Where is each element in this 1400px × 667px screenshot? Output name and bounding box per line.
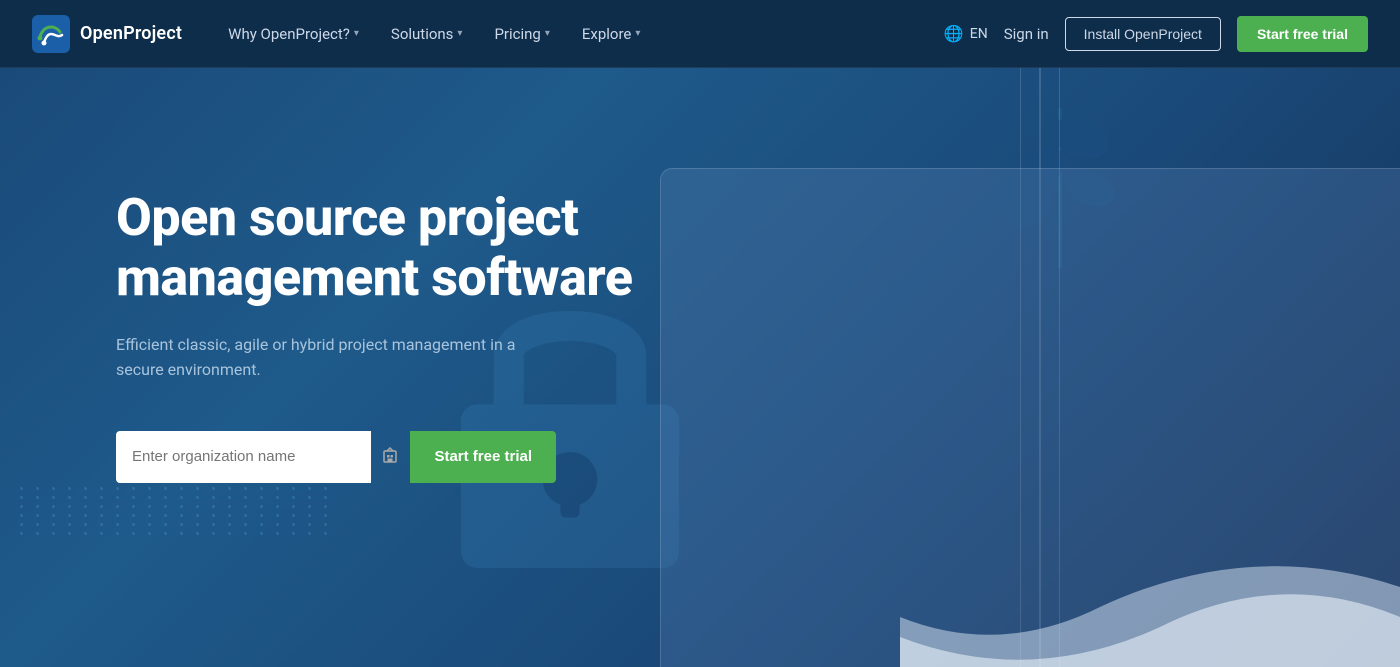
language-selector[interactable]: 🌐 EN bbox=[944, 24, 988, 43]
hero-content: Open source project management software … bbox=[116, 188, 656, 483]
trial-button-nav[interactable]: Start free trial bbox=[1237, 16, 1368, 52]
nav-right: 🌐 EN Sign in Install OpenProject Start f… bbox=[944, 16, 1368, 52]
sign-in-link[interactable]: Sign in bbox=[1004, 25, 1049, 43]
org-name-input[interactable] bbox=[116, 431, 371, 483]
building-icon bbox=[382, 447, 398, 467]
nav-links: Why OpenProject? ▾ Solutions ▾ Pricing ▾… bbox=[214, 17, 944, 51]
nav-item-why[interactable]: Why OpenProject? ▾ bbox=[214, 17, 373, 51]
globe-icon: 🌐 bbox=[944, 24, 964, 43]
bottom-wave bbox=[900, 527, 1400, 667]
logo-link[interactable]: OpenProject bbox=[32, 15, 182, 53]
cta-form: Start free trial bbox=[116, 431, 556, 483]
hero-subtitle: Efficient classic, agile or hybrid proje… bbox=[116, 332, 536, 383]
logo-text: OpenProject bbox=[80, 23, 182, 44]
org-input-wrapper bbox=[116, 431, 410, 483]
chevron-down-icon: ▾ bbox=[545, 28, 550, 39]
hero-section: Open source project management software … bbox=[0, 68, 1400, 667]
logo-icon bbox=[32, 15, 70, 53]
chevron-down-icon: ▾ bbox=[354, 28, 359, 39]
chevron-down-icon: ▾ bbox=[457, 28, 462, 39]
nav-item-explore[interactable]: Explore ▾ bbox=[568, 17, 655, 51]
dot-grid-decoration bbox=[0, 467, 300, 667]
hero-title: Open source project management software bbox=[116, 188, 656, 308]
chevron-down-icon: ▾ bbox=[635, 28, 640, 39]
install-button[interactable]: Install OpenProject bbox=[1065, 17, 1221, 51]
navbar: OpenProject Why OpenProject? ▾ Solutions… bbox=[0, 0, 1400, 68]
cta-start-trial-button[interactable]: Start free trial bbox=[410, 431, 556, 483]
nav-item-pricing[interactable]: Pricing ▾ bbox=[480, 17, 563, 51]
nav-item-solutions[interactable]: Solutions ▾ bbox=[377, 17, 477, 51]
